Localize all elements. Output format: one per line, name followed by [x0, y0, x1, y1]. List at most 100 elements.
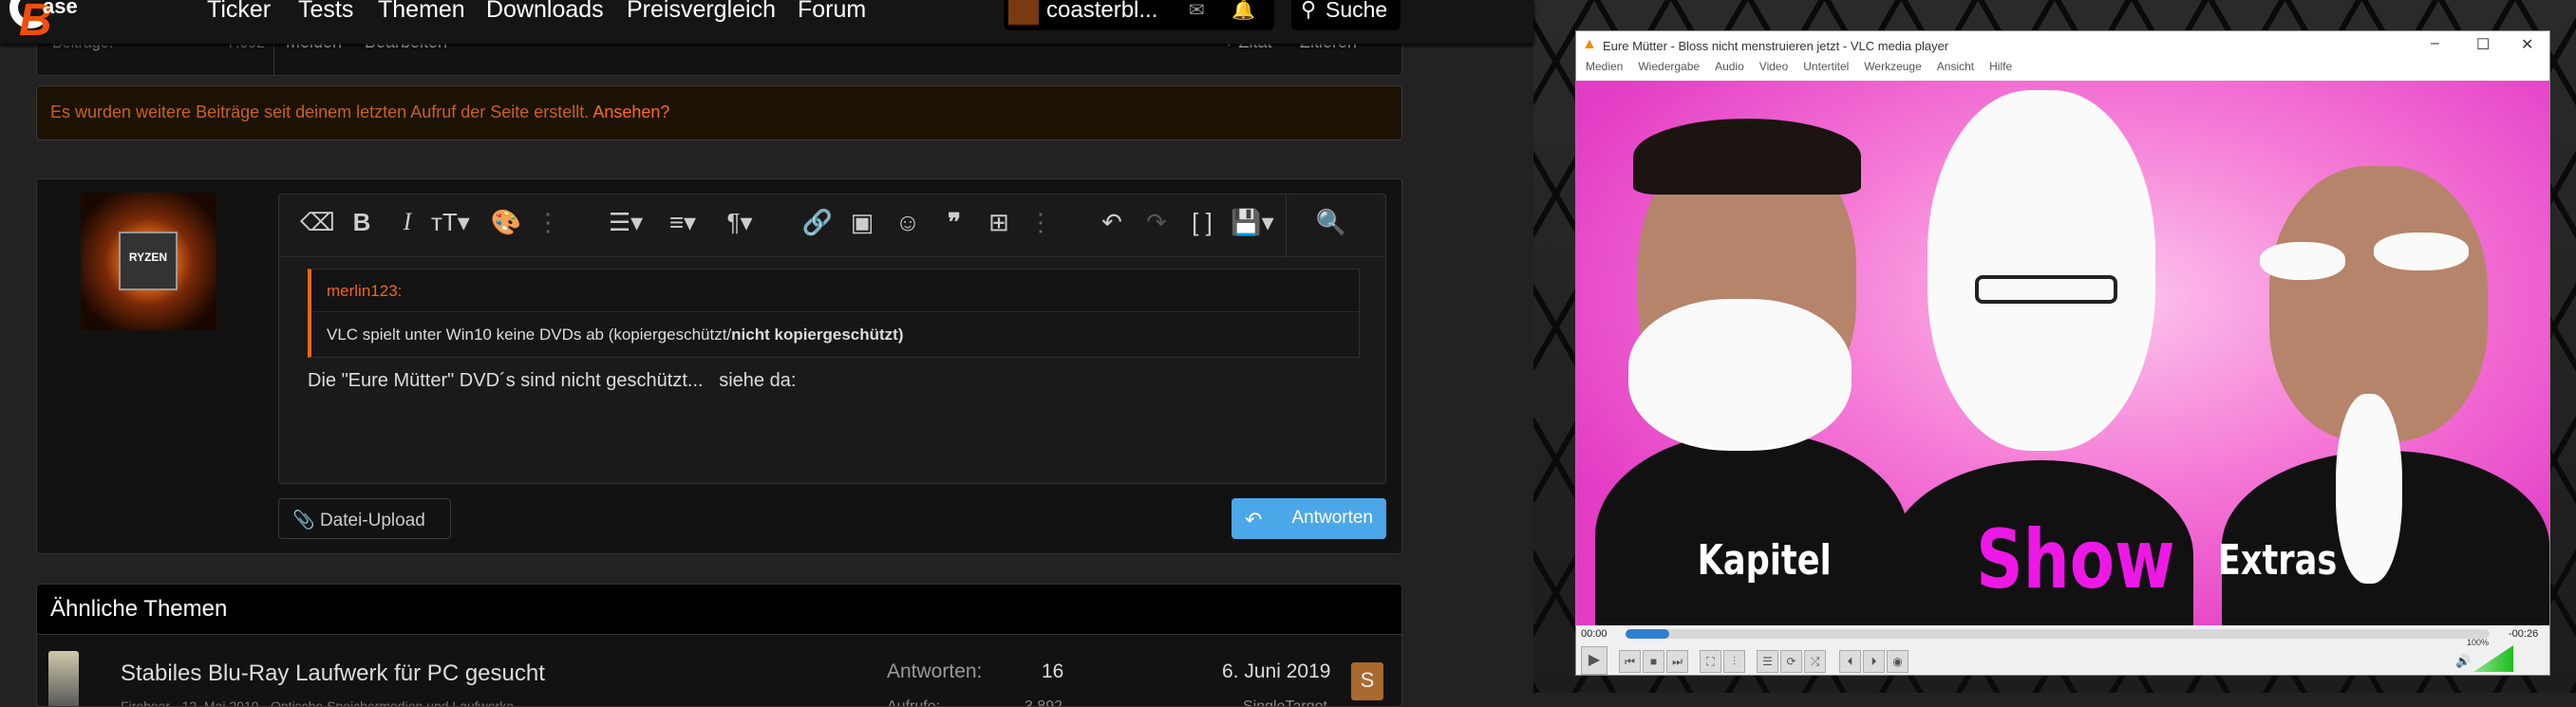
file-upload-button[interactable]: 📎 Datei-Upload — [278, 498, 451, 539]
italic-icon[interactable]: I — [391, 208, 423, 236]
quote-icon[interactable]: ❞ — [938, 208, 970, 237]
reply-icon: ↶ — [1245, 508, 1263, 531]
last-user-avatar[interactable]: S — [1351, 662, 1383, 700]
prev-button[interactable]: ⏮ — [1619, 650, 1641, 673]
foam-left — [1628, 299, 1852, 451]
nav-themen[interactable]: Themen — [378, 0, 465, 24]
user-avatar — [1008, 0, 1039, 25]
volume-label: 100% — [2467, 638, 2490, 647]
table-icon[interactable]: ⊞ — [983, 208, 1015, 237]
video-frame[interactable]: Kapitel Show Extras — [1576, 81, 2549, 625]
frame-back-button[interactable]: ⏴ — [1839, 650, 1861, 673]
extended-settings-button[interactable]: ⫶ — [1723, 650, 1745, 673]
label-extras[interactable]: Extras — [2218, 536, 2338, 585]
quote-block: merlin123: VLC spielt unter Win10 keine … — [308, 269, 1360, 358]
avatar-chip: RYZEN — [119, 232, 178, 290]
redo-icon[interactable]: ↷ — [1140, 208, 1173, 237]
font-size-icon[interactable]: тT▾ — [431, 208, 470, 237]
speaker-icon[interactable]: 🔊 — [2455, 654, 2471, 669]
shuffle-button[interactable]: ⤮ — [1804, 650, 1826, 673]
similar-threads-title: Ähnliche Themen — [37, 585, 1401, 635]
palette-icon[interactable]: 🎨 — [490, 208, 522, 237]
rich-text-editor[interactable]: ⌫ B I тT▾ 🎨 ⋮ ☰▾ ≡▾ ¶▾ 🔗 ▣ ☺ ❞ ⊞ ⋮ ↶ ↷ [… — [278, 194, 1386, 484]
preview-icon: 🔍 — [1315, 208, 1347, 236]
username: coasterbl... — [1046, 0, 1158, 23]
nav-tests[interactable]: Tests — [298, 0, 353, 24]
playlist-button[interactable]: ☰ — [1757, 650, 1778, 673]
next-button[interactable]: ⏭ — [1666, 650, 1688, 673]
thread-avatar[interactable] — [48, 651, 79, 706]
seek-progress — [1626, 629, 1669, 639]
new-posts-notice: Es wurden weitere Beiträge seit deinem l… — [36, 85, 1402, 140]
views-count: 3.892 — [1025, 698, 1063, 707]
vlc-controls: 00:00 -00:26 ▶ ⏮ ■ ⏭ ⛶ ⫶ ☰ ⟳ ⤮ ⏴ ⏵ ◉ 🔊 1… — [1576, 625, 2549, 677]
top-navigation: B ase Ticker Tests Themen Downloads Prei… — [0, 0, 1533, 46]
smiley-icon[interactable]: ☺ — [892, 208, 924, 237]
quote-bold-text: nicht kopiergeschützt) — [731, 326, 904, 344]
preview-button[interactable]: 🔍 — [1286, 195, 1386, 257]
last-post-date[interactable]: 6. Juni 2019 — [1222, 660, 1330, 683]
nav-forum[interactable]: Forum — [798, 0, 866, 24]
close-button[interactable]: ✕ — [2521, 35, 2533, 54]
bell-icon[interactable]: 🔔 — [1232, 0, 1255, 22]
link-icon[interactable]: 🔗 — [801, 208, 834, 237]
stop-button[interactable]: ■ — [1643, 650, 1664, 673]
replies-label: Antworten: — [887, 660, 983, 682]
minimize-button[interactable]: – — [2431, 35, 2439, 52]
time-elapsed: 00:00 — [1581, 628, 1608, 640]
menu-audio[interactable]: Audio — [1715, 60, 1744, 73]
vlc-title: Eure Mütter - Bloss nicht menstruieren j… — [1603, 39, 1949, 53]
menu-video[interactable]: Video — [1759, 60, 1788, 73]
similar-threads: Ähnliche Themen Stabiles Blu-Ray Laufwer… — [36, 584, 1402, 707]
undo-icon[interactable]: ↶ — [1096, 208, 1128, 237]
mail-icon[interactable]: ✉ — [1189, 0, 1205, 22]
image-icon[interactable]: ▣ — [846, 208, 878, 237]
thread-title[interactable]: Stabiles Blu-Ray Laufwerk für PC gesucht — [121, 660, 545, 687]
seek-bar[interactable] — [1626, 629, 2490, 639]
drafts-icon[interactable]: 💾▾ — [1229, 208, 1276, 237]
logo-ase: ase — [43, 0, 78, 18]
bbcode-icon[interactable]: [ ] — [1186, 208, 1218, 237]
last-post-user[interactable]: SingleTarget — [1243, 698, 1327, 706]
label-kapitel[interactable]: Kapitel — [1698, 536, 1832, 585]
menu-wiedergabe[interactable]: Wiedergabe — [1638, 60, 1700, 73]
dvd-menu-button[interactable]: ◉ — [1887, 650, 1908, 673]
quote-author[interactable]: merlin123: — [311, 270, 1359, 312]
quote-content: VLC spielt unter Win10 keine DVDs ab (ko… — [311, 312, 1359, 358]
reply-submit-button[interactable]: ↶ Antworten — [1232, 498, 1386, 539]
thread-row[interactable]: Stabiles Blu-Ray Laufwerk für PC gesucht… — [37, 636, 1401, 707]
nav-ticker[interactable]: Ticker — [207, 0, 271, 24]
menu-untertitel[interactable]: Untertitel — [1803, 60, 1849, 73]
menu-werkzeuge[interactable]: Werkzeuge — [1864, 60, 1921, 73]
editor-text[interactable]: Die "Eure Mütter" DVD´s sind nicht gesch… — [308, 370, 796, 392]
more-icon-2[interactable]: ⋮ — [1025, 208, 1057, 237]
nav-downloads[interactable]: Downloads — [486, 0, 604, 24]
eraser-icon[interactable]: ⌫ — [300, 208, 335, 237]
quote-text: VLC spielt unter Win10 keine DVDs ab (ko… — [327, 326, 732, 344]
search-button[interactable]: ⚲ Suche — [1291, 0, 1401, 30]
user-menu[interactable]: coasterbl... ✉ 🔔 — [1004, 0, 1274, 30]
menu-hilfe[interactable]: Hilfe — [1989, 60, 2012, 73]
thread-meta: Firebear · 12. Mai 2019 · Optische Speic… — [121, 698, 514, 707]
fullscreen-button[interactable]: ⛶ — [1700, 650, 1721, 673]
vlc-menu-bar: Medien Wiedergabe Audio Video Untertitel Werk… — [1576, 60, 2549, 81]
more-icon[interactable]: ⋮ — [532, 208, 564, 237]
search-icon: ⚲ — [1301, 0, 1317, 21]
maximize-button[interactable]: ☐ — [2476, 35, 2490, 54]
label-show[interactable]: Show — [1976, 512, 2174, 607]
frame-next-button[interactable]: ⏵ — [1863, 650, 1885, 673]
replies-count: 16 — [1042, 660, 1064, 682]
notice-view-link[interactable]: Ansehen? — [592, 102, 669, 121]
paragraph-icon[interactable]: ¶▾ — [716, 208, 763, 237]
align-icon[interactable]: ≡▾ — [659, 208, 706, 237]
glasses — [1975, 275, 2117, 304]
volume-slider[interactable] — [2473, 645, 2513, 672]
loop-button[interactable]: ⟳ — [1780, 650, 1802, 673]
nav-preisvergleich[interactable]: Preisvergleich — [627, 0, 776, 24]
views-label: Aufrufe: — [887, 698, 941, 707]
play-button[interactable]: ▶ — [1581, 646, 1608, 675]
menu-medien[interactable]: Medien — [1586, 60, 1623, 73]
list-icon[interactable]: ☰▾ — [602, 208, 649, 237]
bold-icon[interactable]: B — [346, 208, 378, 237]
menu-ansicht[interactable]: Ansicht — [1937, 60, 1974, 73]
